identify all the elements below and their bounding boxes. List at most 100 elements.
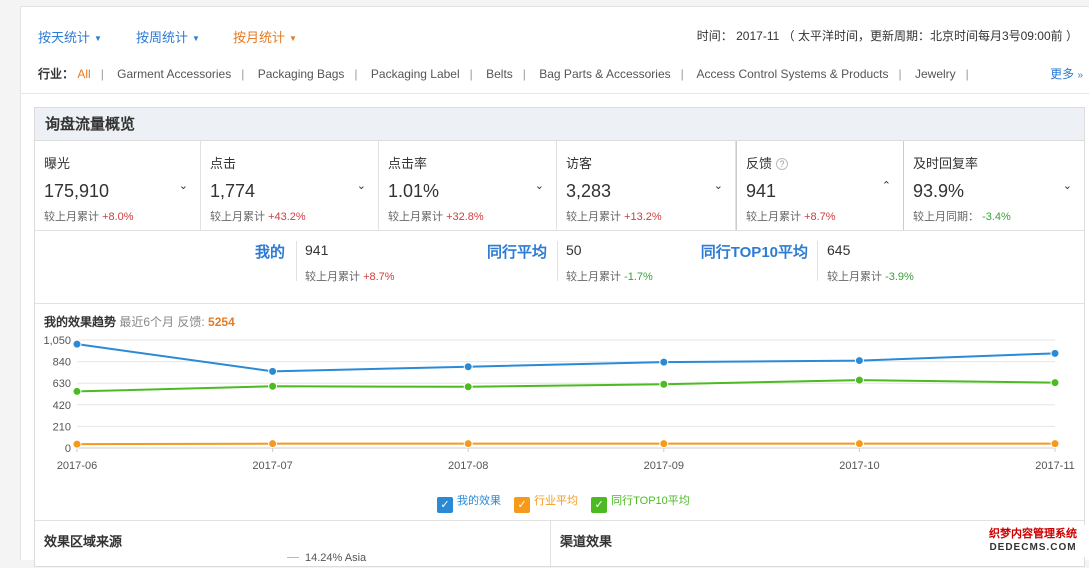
traffic-overview-panel: 询盘流量概览 曝光 175,910 ⌄ 较上月累计 +8.0% 点击 1,774… [34,107,1085,567]
industry-item[interactable]: Jewelry [915,67,956,81]
metric-value: 3,283 [566,181,735,202]
data-point [660,440,668,448]
industry-item[interactable]: Belts [486,67,513,81]
series-line [77,380,1055,391]
checkbox-checked-icon: ✓ [437,497,453,513]
chart-legend: ✓我的效果 ✓行业平均 ✓同行TOP10平均 [437,492,700,513]
chevron-down-icon[interactable]: ⌄ [535,179,544,192]
metric-value: 93.9% [913,181,1084,202]
separator: | [899,67,902,81]
y-tick-label: 210 [53,421,71,433]
separator: | [354,67,357,81]
compare-value: +8.7% [804,211,836,223]
metric-value: 1.01% [388,181,556,202]
metric-clicks[interactable]: 点击 1,774 ⌄ 较上月累计 +43.2% [201,141,379,230]
metric-visitors[interactable]: 访客 3,283 ⌄ 较上月累计 +13.2% [557,141,736,230]
checkbox-checked-icon: ✓ [591,497,607,513]
region-source-title: 效果区域来源 [44,531,122,550]
pie-label-text: 14.24% Asia [305,552,366,564]
data-point [855,357,863,365]
more-button[interactable]: 更多 » [1050,65,1083,82]
compare-label: 较上月同期： [913,211,979,223]
compare-value-peer-avg: 50 [566,242,582,258]
legend-item-industry-avg[interactable]: ✓行业平均 [514,492,578,513]
metric-impressions[interactable]: 曝光 175,910 ⌄ 较上月累计 +8.0% [35,141,201,230]
x-tick-label: 2017-09 [644,460,684,472]
compare-change: -3.9% [885,271,914,283]
industry-item[interactable]: Garment Accessories [117,67,231,81]
chevron-down-icon[interactable]: ⌄ [357,179,366,192]
chevron-down-icon[interactable]: ⌄ [714,179,723,192]
tab-monthly-label: 按月统计 [233,30,285,45]
compare-label: 较上月累计 [566,211,621,223]
metric-compare: 较上月累计 +8.0% [44,208,200,224]
x-tick-label: 2017-06 [57,460,97,472]
trend-title-text: 我的效果趋势 [44,315,116,329]
x-tick-label: 2017-08 [448,460,488,472]
industry-label: 行业： [38,67,74,81]
chevron-up-icon[interactable]: ⌃ [882,179,891,192]
industry-item[interactable]: Packaging Label [371,67,460,81]
data-point [73,340,81,348]
tab-weekly[interactable]: 按周统计▼ [136,27,200,46]
pie-label-asia: 14.24% Asia [287,552,366,564]
metric-ctr[interactable]: 点击率 1.01% ⌄ 较上月累计 +32.8% [379,141,557,230]
data-point [269,382,277,390]
compare-label: 较上月累计 [388,211,443,223]
watermark-logo: 织梦内容管理系统 DEDECMS.COM [980,525,1086,557]
metric-value: 941 [746,181,903,202]
chevron-down-icon[interactable]: ⌄ [179,179,188,192]
industry-item[interactable]: Packaging Bags [258,67,345,81]
metric-feedback[interactable]: 反馈? 941 ⌃ 较上月累计 +8.7% [736,141,904,230]
compare-sub-top10-avg: 较上月累计 -3.9% [827,268,914,284]
compare-value: +43.2% [268,211,306,223]
compare-value-mine: 941 [305,242,328,258]
metric-reply-rate[interactable]: 及时回复率 93.9% ⌄ 较上月同期： -3.4% [904,141,1084,230]
industry-item[interactable]: Access Control Systems & Products [696,67,888,81]
watermark-line2: DEDECMS.COM [980,541,1086,555]
compare-change: +8.7% [363,271,395,283]
chevron-down-icon[interactable]: ⌄ [1063,179,1072,192]
top-bar: 按天统计▼ 按周统计▼ 按月统计▼ 时间： 2017-11 （ 太平洋时间，更新… [21,7,1089,57]
tab-monthly[interactable]: 按月统计▼ [233,27,297,46]
industry-item[interactable]: Bag Parts & Accessories [539,67,670,81]
metrics-row: 曝光 175,910 ⌄ 较上月累计 +8.0% 点击 1,774 ⌄ 较上月累… [35,141,1084,230]
metric-compare: 较上月累计 +32.8% [388,208,556,224]
channel-effect-title: 渠道效果 [560,531,612,550]
industry-filter: 行业： All | Garment Accessories | Packaging … [38,65,1083,85]
data-point [73,440,81,448]
peer-compare-row: 我的 941 较上月累计 +8.7% 同行平均 50 较上月累计 -1.7% 同… [35,230,1084,304]
compare-value-top10-avg: 645 [827,242,850,258]
y-tick-label: 840 [53,357,71,369]
data-point [269,440,277,448]
data-point [464,383,472,391]
data-point [464,363,472,371]
divider [21,93,1089,94]
metric-value: 1,774 [210,181,378,202]
divider [557,241,558,281]
metric-value: 175,910 [44,181,200,202]
tab-daily[interactable]: 按天统计▼ [38,27,102,46]
metric-name-text: 反馈 [746,156,772,171]
data-point [1051,349,1059,357]
checkbox-checked-icon: ✓ [514,497,530,513]
divider [817,241,818,281]
industry-item-all[interactable]: All [77,67,90,81]
metric-name: 访客 [566,153,735,172]
data-point [660,380,668,388]
compare-title-top10-avg: 同行TOP10平均 [655,241,808,262]
help-icon[interactable]: ? [776,158,788,170]
compare-value: -3.4% [982,211,1011,223]
separator: | [101,67,104,81]
compare-label: 较上月累计 [746,211,801,223]
legend-item-top10-avg[interactable]: ✓同行TOP10平均 [591,492,690,513]
trend-total: 5254 [208,315,235,329]
compare-title-peer-avg: 同行平均 [435,241,547,262]
x-tick-label: 2017-10 [839,460,879,472]
data-point [855,376,863,384]
legend-item-mine[interactable]: ✓我的效果 [437,492,501,513]
compare-change: -1.7% [624,271,653,283]
panel-title: 询盘流量概览 [35,108,1084,141]
trend-subtitle: 最近6个月 反馈: [119,315,204,329]
separator: | [523,67,526,81]
